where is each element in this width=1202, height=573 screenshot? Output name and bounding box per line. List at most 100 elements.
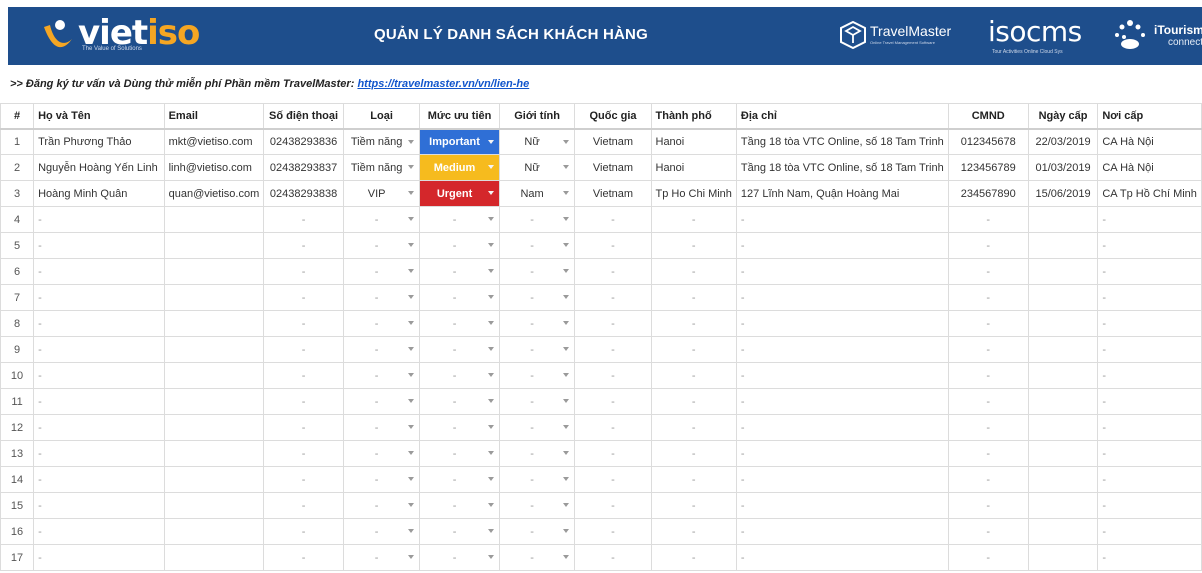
cell-priority-select[interactable]: - [419, 310, 500, 337]
cell-type-select[interactable]: - [342, 336, 421, 363]
dropdown-arrow-icon[interactable] [408, 529, 415, 533]
cell-city[interactable]: - [650, 492, 737, 519]
cell-email[interactable] [163, 544, 265, 571]
cell-issued-date[interactable] [1027, 362, 1099, 389]
dropdown-arrow-icon[interactable] [487, 191, 494, 195]
col-header-issued-place[interactable]: Nơi cấp [1097, 103, 1202, 130]
cell-id-number[interactable]: - [947, 284, 1029, 311]
row-index[interactable]: 17 [0, 544, 35, 571]
cell-email[interactable] [163, 388, 265, 415]
dropdown-arrow-icon[interactable] [408, 295, 415, 299]
dropdown-arrow-icon[interactable] [487, 399, 494, 403]
cell-phone[interactable]: 02438293836 [263, 128, 344, 155]
cell-priority-select[interactable]: - [419, 258, 500, 285]
dropdown-arrow-icon[interactable] [563, 451, 570, 455]
cell-address[interactable]: - [735, 440, 949, 467]
table-row[interactable]: 14 - - - - - - - - - - [0, 466, 1202, 493]
cell-issued-date[interactable] [1027, 232, 1099, 259]
cell-address[interactable]: - [735, 466, 949, 493]
cell-name[interactable]: - [33, 466, 165, 493]
cell-name[interactable]: - [33, 492, 165, 519]
cell-phone[interactable]: - [263, 336, 344, 363]
dropdown-arrow-icon[interactable] [563, 139, 570, 144]
cell-city[interactable]: - [650, 206, 737, 233]
dropdown-arrow-icon[interactable] [408, 243, 415, 247]
cell-city[interactable]: Hanoi [650, 154, 737, 181]
cell-id-number[interactable]: - [947, 414, 1029, 441]
col-header-address[interactable]: Địa chỉ [735, 103, 949, 130]
cell-issued-date[interactable] [1027, 310, 1099, 337]
cell-phone[interactable]: - [263, 466, 344, 493]
cell-country[interactable]: - [574, 206, 652, 233]
cell-priority-select[interactable]: - [419, 284, 500, 311]
cell-phone[interactable]: - [263, 414, 344, 441]
cell-priority-select[interactable]: - [419, 232, 500, 259]
cell-gender-select[interactable]: - [498, 206, 576, 233]
cell-country[interactable]: Vietnam [574, 154, 652, 181]
cell-priority-select[interactable]: Urgent [419, 180, 500, 207]
dropdown-arrow-icon[interactable] [408, 425, 415, 429]
dropdown-arrow-icon[interactable] [408, 139, 415, 144]
table-row[interactable]: 1 Trần Phương Thảo mkt@vietiso.com 02438293… [0, 128, 1202, 155]
cell-id-number[interactable]: - [947, 258, 1029, 285]
cell-gender-select[interactable]: - [498, 492, 576, 519]
row-index[interactable]: 10 [0, 362, 35, 389]
row-index[interactable]: 1 [0, 128, 35, 155]
cell-address[interactable]: - [735, 388, 949, 415]
cell-city[interactable]: - [650, 362, 737, 389]
cell-id-number[interactable]: - [947, 544, 1029, 571]
cell-issued-place[interactable]: - [1097, 544, 1202, 571]
cell-name[interactable]: Hoàng Minh Quân [33, 180, 165, 207]
cell-name[interactable]: - [33, 284, 165, 311]
cell-email[interactable] [163, 466, 265, 493]
cell-issued-place[interactable]: - [1097, 388, 1202, 415]
cell-email[interactable] [163, 336, 265, 363]
dropdown-arrow-icon[interactable] [563, 399, 570, 403]
dropdown-arrow-icon[interactable] [487, 477, 494, 481]
cell-city[interactable]: - [650, 284, 737, 311]
table-row[interactable]: 2 Nguyễn Hoàng Yến Linh linh@vietiso.com 02… [0, 154, 1202, 181]
cell-gender-select[interactable]: Nam [498, 180, 576, 207]
dropdown-arrow-icon[interactable] [487, 217, 494, 221]
cell-gender-select[interactable]: - [498, 362, 576, 389]
col-header-type[interactable]: Loại [342, 103, 421, 130]
cell-address[interactable]: - [735, 414, 949, 441]
cell-country[interactable]: - [574, 258, 652, 285]
row-index[interactable]: 8 [0, 310, 35, 337]
cell-country[interactable]: - [574, 336, 652, 363]
vietiso-logo[interactable]: vietiso The Value of Solutions [42, 13, 202, 59]
cell-type-select[interactable]: - [342, 492, 421, 519]
table-row[interactable]: 12 - - - - - - - - - - [0, 414, 1202, 441]
cell-city[interactable]: - [650, 388, 737, 415]
table-row[interactable]: 6 - - - - - - - - - - [0, 258, 1202, 285]
table-row[interactable]: 3 Hoàng Minh Quân quan@vietiso.com 02438293… [0, 180, 1202, 207]
cell-gender-select[interactable]: - [498, 310, 576, 337]
dropdown-arrow-icon[interactable] [408, 165, 415, 169]
cell-phone[interactable]: - [263, 362, 344, 389]
row-index[interactable]: 12 [0, 414, 35, 441]
dropdown-arrow-icon[interactable] [487, 269, 494, 273]
isocms-logo[interactable]: isocms Tour Activities Online Cloud Sys [988, 15, 1082, 57]
row-index[interactable]: 7 [0, 284, 35, 311]
dropdown-arrow-icon[interactable] [487, 321, 494, 325]
cell-type-select[interactable]: - [342, 310, 421, 337]
cell-name[interactable]: - [33, 544, 165, 571]
cell-country[interactable]: - [574, 362, 652, 389]
cell-issued-date[interactable]: 01/03/2019 [1027, 154, 1099, 181]
row-index[interactable]: 6 [0, 258, 35, 285]
cell-type-select[interactable]: - [342, 414, 421, 441]
table-row[interactable]: 10 - - - - - - - - - - [0, 362, 1202, 389]
cell-phone[interactable]: - [263, 310, 344, 337]
col-header-city[interactable]: Thành phố [650, 103, 737, 130]
dropdown-arrow-icon[interactable] [487, 425, 494, 429]
cell-address[interactable]: - [735, 492, 949, 519]
col-header-gender[interactable]: Giới tính [498, 103, 576, 130]
cell-city[interactable]: - [650, 336, 737, 363]
cell-issued-date[interactable] [1027, 258, 1099, 285]
cell-issued-date[interactable] [1027, 284, 1099, 311]
cell-issued-date[interactable] [1027, 492, 1099, 519]
cell-name[interactable]: - [33, 310, 165, 337]
cell-gender-select[interactable]: - [498, 232, 576, 259]
dropdown-arrow-icon[interactable] [563, 347, 570, 351]
cell-id-number[interactable]: - [947, 310, 1029, 337]
